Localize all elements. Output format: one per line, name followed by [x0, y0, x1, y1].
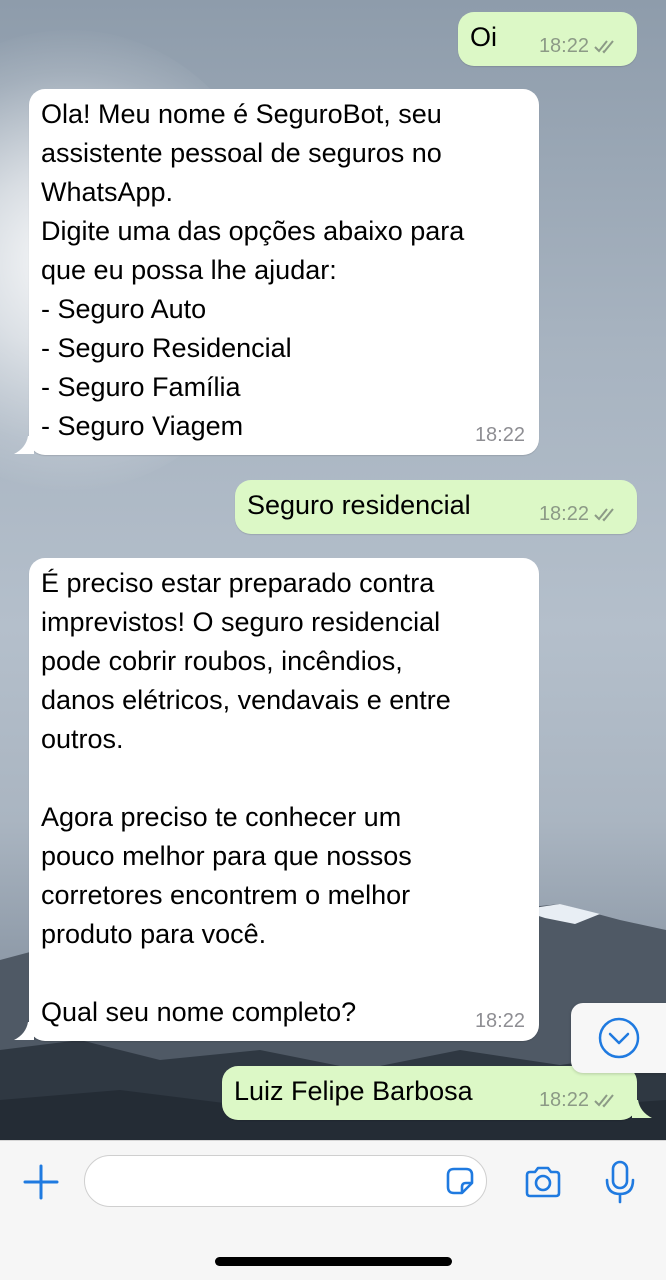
double-check-icon [594, 1094, 614, 1108]
message-meta: 18:22 [475, 1011, 525, 1031]
message-outgoing[interactable]: Oi 18:22 [458, 12, 637, 66]
double-check-icon [594, 508, 614, 522]
microphone-button[interactable] [600, 1159, 640, 1205]
message-meta: 18:22 [475, 425, 525, 445]
message-tail [632, 1100, 652, 1118]
message-tail [14, 1022, 34, 1040]
message-meta: 18:22 [539, 36, 623, 56]
microphone-icon [605, 1160, 635, 1204]
message-time: 18:22 [474, 1010, 525, 1032]
message-input[interactable] [103, 1156, 447, 1206]
message-meta: 18:22 [539, 1090, 623, 1110]
add-attachment-button[interactable] [20, 1161, 62, 1203]
message-incoming[interactable]: Ola! Meu nome é SeguroBot, seu assistent… [29, 89, 539, 455]
message-time: 18:22 [538, 1089, 589, 1111]
camera-icon [525, 1166, 561, 1198]
message-input-field[interactable] [84, 1155, 487, 1207]
message-time: 18:22 [538, 35, 589, 57]
message-outgoing[interactable]: Luiz Felipe Barbosa 18:22 [222, 1066, 637, 1120]
message-text: Ola! Meu nome é SeguroBot, seu assistent… [41, 99, 465, 441]
sticker-icon [446, 1167, 474, 1195]
message-time: 18:22 [538, 503, 589, 525]
sticker-button[interactable] [440, 1161, 480, 1201]
double-check-icon [594, 40, 614, 54]
message-text: É preciso estar preparado contra imprevi… [41, 568, 451, 1027]
scroll-to-bottom-button[interactable] [571, 1003, 666, 1073]
message-text: Luiz Felipe Barbosa [234, 1076, 473, 1106]
message-time: 18:22 [474, 424, 525, 446]
message-text: Seguro residencial [247, 490, 471, 520]
chevron-down-circle-icon [598, 1017, 639, 1059]
home-indicator [215, 1257, 452, 1266]
camera-button[interactable] [521, 1161, 565, 1203]
message-incoming[interactable]: É preciso estar preparado contra imprevi… [29, 558, 539, 1041]
message-outgoing[interactable]: Seguro residencial 18:22 [235, 480, 637, 534]
plus-icon [23, 1164, 59, 1200]
message-meta: 18:22 [539, 504, 623, 524]
message-tail [14, 436, 34, 454]
message-text: Oi [470, 22, 497, 52]
